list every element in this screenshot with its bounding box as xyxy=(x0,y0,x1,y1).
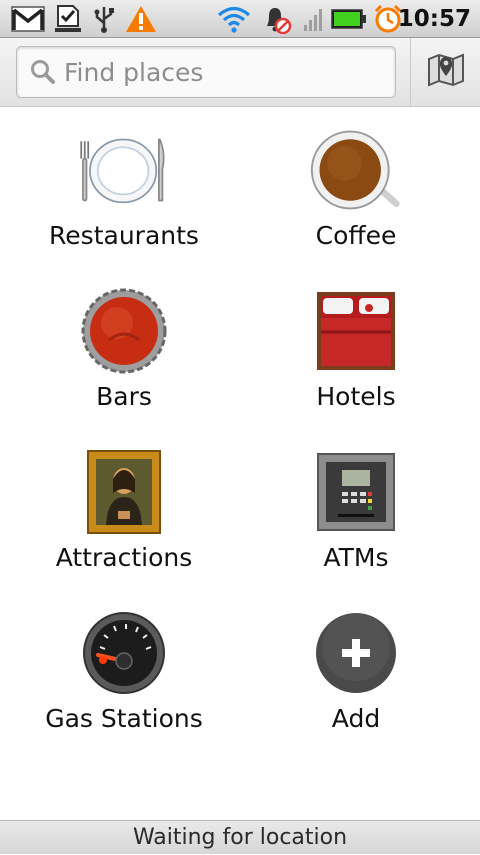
place-label: Add xyxy=(331,704,381,733)
battery-icon xyxy=(331,4,367,34)
warning-icon xyxy=(124,4,158,34)
signal-icon xyxy=(302,4,326,34)
search-icon xyxy=(30,59,56,85)
place-label: Restaurants xyxy=(49,221,199,250)
place-label: Coffee xyxy=(315,221,397,250)
atm-icon xyxy=(308,449,404,535)
place-tile-add[interactable]: Add xyxy=(236,590,476,751)
map-icon xyxy=(426,50,466,94)
place-label: Attractions xyxy=(55,543,193,572)
search-input[interactable]: Find places xyxy=(16,46,396,98)
place-tile-gas-stations[interactable]: Gas Stations xyxy=(4,590,244,751)
wifi-icon xyxy=(217,4,251,34)
location-status-bar: Waiting for location xyxy=(0,820,480,854)
place-tile-restaurants[interactable]: Restaurants xyxy=(4,107,244,268)
hotel-bed-icon xyxy=(308,288,404,374)
mona-lisa-painting-icon xyxy=(76,449,172,535)
alarm-muted-icon xyxy=(259,4,293,34)
place-tile-atms[interactable]: ATMs xyxy=(236,429,476,590)
coffee-cup-icon xyxy=(308,127,404,213)
place-label: Bars xyxy=(96,382,152,411)
place-label: Gas Stations xyxy=(45,704,203,733)
search-bar: Find places xyxy=(0,38,480,107)
usb-icon xyxy=(90,4,118,34)
place-tile-hotels[interactable]: Hotels xyxy=(236,268,476,429)
restaurant-plate-icon xyxy=(76,127,172,213)
place-label: ATMs xyxy=(323,543,389,572)
map-button[interactable] xyxy=(411,38,480,106)
gmail-icon xyxy=(10,4,46,34)
place-tile-bars[interactable]: Bars xyxy=(4,268,244,429)
download-complete-icon xyxy=(52,4,84,34)
fuel-gauge-icon xyxy=(76,610,172,696)
place-tile-coffee[interactable]: Coffee xyxy=(236,107,476,268)
place-tile-attractions[interactable]: Attractions xyxy=(4,429,244,590)
status-bar: 10:57 xyxy=(0,0,480,38)
places-grid: Restaurants Coffee Bars Hotels Attractio… xyxy=(0,107,480,819)
bottle-cap-icon xyxy=(76,288,172,374)
place-label: Hotels xyxy=(316,382,396,411)
clock: 10:57 xyxy=(397,6,471,32)
add-plus-icon xyxy=(308,610,404,696)
location-status-text: Waiting for location xyxy=(132,825,348,850)
search-placeholder: Find places xyxy=(64,57,204,87)
